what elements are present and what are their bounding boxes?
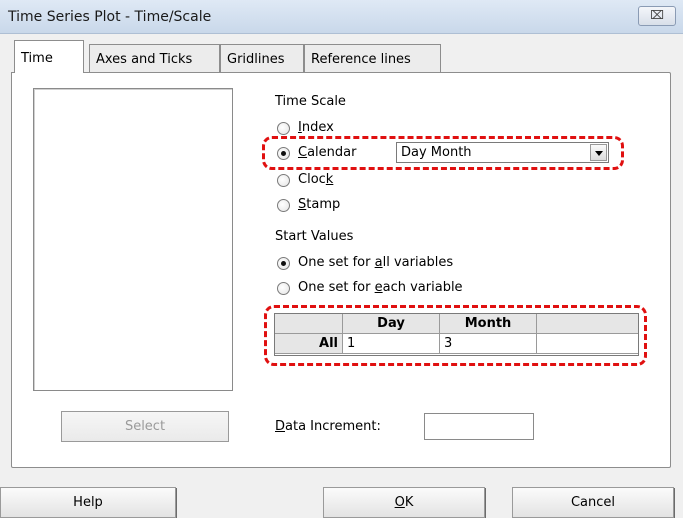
- radio-one-set-each-label[interactable]: One set for each variable: [298, 280, 463, 295]
- ok-button-label: OK: [394, 495, 414, 510]
- cancel-button-label: Cancel: [570, 495, 616, 510]
- variable-listbox[interactable]: [33, 88, 233, 391]
- select-button[interactable]: Select: [61, 411, 229, 442]
- start-values-heading: Start Values: [275, 229, 354, 244]
- radio-index-label[interactable]: Index: [298, 120, 334, 135]
- tab-time[interactable]: Time: [14, 40, 84, 73]
- radio-one-set-all-label[interactable]: One set for all variables: [298, 255, 453, 270]
- grid-highlight: [264, 305, 647, 366]
- radio-clock[interactable]: [277, 174, 290, 187]
- select-button-label: Select: [124, 419, 166, 434]
- tab-label: Reference lines: [311, 52, 411, 67]
- time-scale-heading: Time Scale: [275, 94, 346, 109]
- data-increment-label: Data Increment:: [275, 419, 381, 434]
- tab-gridlines[interactable]: Gridlines: [220, 44, 304, 72]
- radio-index[interactable]: [277, 122, 290, 135]
- tab-reference-lines[interactable]: Reference lines: [304, 44, 441, 72]
- cancel-button[interactable]: Cancel: [512, 487, 674, 518]
- title-bar: Time Series Plot - Time/Scale ⌧: [0, 0, 683, 34]
- tab-label: Gridlines: [227, 52, 285, 67]
- radio-one-set-each[interactable]: [277, 282, 290, 295]
- data-increment-input[interactable]: [424, 413, 534, 440]
- tab-axes-and-ticks[interactable]: Axes and Ticks: [89, 44, 220, 72]
- radio-stamp-label[interactable]: Stamp: [298, 197, 340, 212]
- calendar-highlight: [262, 136, 624, 170]
- help-button-label: Help: [73, 495, 103, 510]
- ok-button[interactable]: OK: [323, 487, 485, 518]
- help-button[interactable]: Help: [0, 487, 176, 518]
- close-button[interactable]: ⌧: [638, 6, 676, 26]
- tab-label: Time: [21, 51, 53, 66]
- radio-one-set-all[interactable]: [277, 257, 290, 270]
- close-icon: ⌧: [650, 8, 664, 22]
- radio-clock-label[interactable]: Clock: [298, 172, 333, 187]
- tab-label: Axes and Ticks: [96, 52, 193, 67]
- window-title: Time Series Plot - Time/Scale: [8, 9, 212, 25]
- radio-stamp[interactable]: [277, 199, 290, 212]
